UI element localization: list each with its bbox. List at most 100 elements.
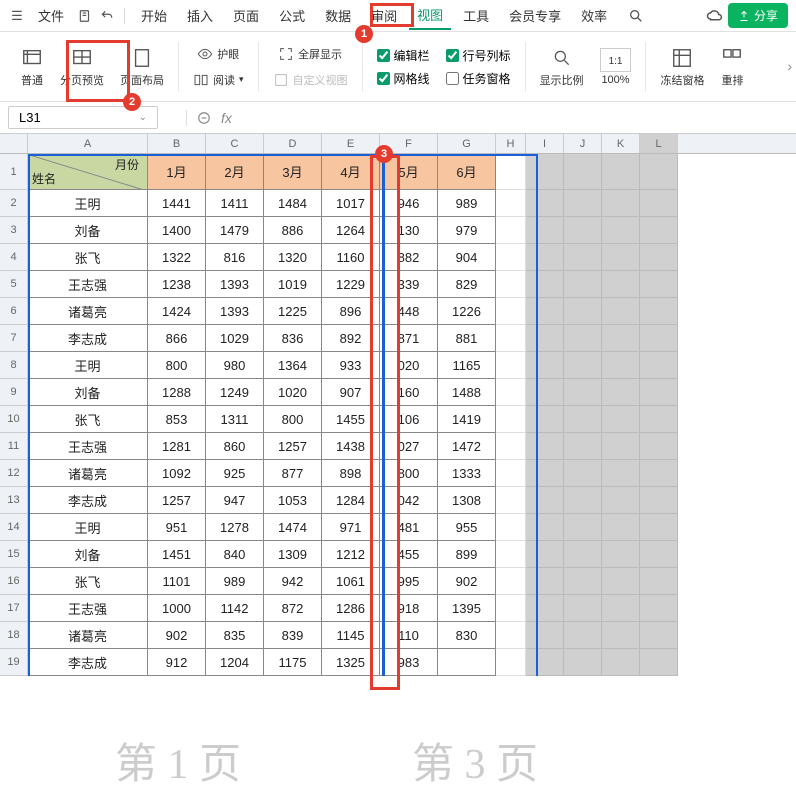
name-cell[interactable]: 诸葛亮	[28, 298, 148, 325]
data-cell[interactable]: 106	[380, 406, 438, 433]
data-cell[interactable]: 979	[438, 217, 496, 244]
month-header-cell[interactable]: 4月	[322, 154, 380, 190]
row-header[interactable]: 12	[0, 460, 28, 487]
month-header-cell[interactable]: 3月	[264, 154, 322, 190]
data-cell[interactable]: 947	[206, 487, 264, 514]
name-cell[interactable]: 李志成	[28, 487, 148, 514]
tab-formula[interactable]: 公式	[271, 2, 313, 29]
data-cell[interactable]: 989	[206, 568, 264, 595]
data-cell[interactable]: 946	[380, 190, 438, 217]
data-cell[interactable]: 830	[438, 622, 496, 649]
data-cell[interactable]: 892	[322, 325, 380, 352]
col-header[interactable]: H	[496, 134, 526, 153]
tab-start[interactable]: 开始	[133, 2, 175, 29]
cloud-icon[interactable]	[706, 7, 724, 25]
data-cell[interactable]: 896	[322, 298, 380, 325]
tab-member[interactable]: 会员专享	[501, 2, 569, 29]
data-cell[interactable]: 110	[380, 622, 438, 649]
col-header[interactable]: J	[564, 134, 602, 153]
data-cell[interactable]: 020	[380, 352, 438, 379]
data-cell[interactable]: 989	[438, 190, 496, 217]
name-cell[interactable]: 王明	[28, 514, 148, 541]
data-cell[interactable]: 800	[380, 460, 438, 487]
row-header[interactable]: 10	[0, 406, 28, 433]
data-cell[interactable]: 1229	[322, 271, 380, 298]
row-header[interactable]: 16	[0, 568, 28, 595]
month-header-cell[interactable]: 2月	[206, 154, 264, 190]
data-cell[interactable]: 980	[206, 352, 264, 379]
col-header[interactable]: D	[264, 134, 322, 153]
data-cell[interactable]: 1284	[322, 487, 380, 514]
data-cell[interactable]: 1400	[148, 217, 206, 244]
data-cell[interactable]: 995	[380, 568, 438, 595]
share-button[interactable]: 分享	[728, 3, 788, 28]
name-cell[interactable]: 王明	[28, 352, 148, 379]
data-cell[interactable]: 1288	[148, 379, 206, 406]
row-header[interactable]: 5	[0, 271, 28, 298]
data-cell[interactable]: 800	[264, 406, 322, 433]
freeze-panes-button[interactable]: 冻结窗格	[652, 42, 712, 92]
name-cell[interactable]: 刘备	[28, 541, 148, 568]
data-cell[interactable]: 1020	[264, 379, 322, 406]
col-header[interactable]: L	[640, 134, 678, 153]
data-cell[interactable]: 951	[148, 514, 206, 541]
zoom-button[interactable]: 显示比例	[532, 42, 592, 92]
name-cell[interactable]: 王志强	[28, 433, 148, 460]
data-cell[interactable]: 839	[264, 622, 322, 649]
col-header[interactable]: I	[526, 134, 564, 153]
data-cell[interactable]: 481	[380, 514, 438, 541]
data-cell[interactable]: 1419	[438, 406, 496, 433]
check-editbar[interactable]: 编辑栏	[377, 47, 430, 64]
undo-icon[interactable]	[98, 7, 116, 25]
data-cell[interactable]: 042	[380, 487, 438, 514]
data-cell[interactable]: 027	[380, 433, 438, 460]
check-gridlines[interactable]: 网格线	[377, 70, 430, 87]
data-cell[interactable]: 882	[380, 244, 438, 271]
cancel-fx-icon[interactable]	[197, 111, 211, 125]
fullscreen-button[interactable]: 全屏显示	[265, 44, 356, 64]
data-cell[interactable]: 1479	[206, 217, 264, 244]
data-cell[interactable]: 1451	[148, 541, 206, 568]
data-cell[interactable]: 1395	[438, 595, 496, 622]
data-cell[interactable]: 835	[206, 622, 264, 649]
row-header[interactable]: 4	[0, 244, 28, 271]
col-header[interactable]: B	[148, 134, 206, 153]
data-cell[interactable]: 902	[438, 568, 496, 595]
data-cell[interactable]: 871	[380, 325, 438, 352]
data-cell[interactable]: 1474	[264, 514, 322, 541]
name-cell[interactable]: 刘备	[28, 217, 148, 244]
data-cell[interactable]: 1286	[322, 595, 380, 622]
data-cell[interactable]: 872	[264, 595, 322, 622]
data-cell[interactable]: 942	[264, 568, 322, 595]
data-cell[interactable]: 907	[322, 379, 380, 406]
data-cell[interactable]: 853	[148, 406, 206, 433]
row-header[interactable]: 3	[0, 217, 28, 244]
data-cell[interactable]: 130	[380, 217, 438, 244]
data-cell[interactable]: 1092	[148, 460, 206, 487]
data-cell[interactable]: 1472	[438, 433, 496, 460]
name-cell[interactable]: 王志强	[28, 595, 148, 622]
data-cell[interactable]: 840	[206, 541, 264, 568]
view-normal-button[interactable]: 普通	[12, 42, 52, 92]
col-header[interactable]: G	[438, 134, 496, 153]
data-cell[interactable]: 1145	[322, 622, 380, 649]
data-cell[interactable]: 881	[438, 325, 496, 352]
row-header[interactable]: 9	[0, 379, 28, 406]
select-all-corner[interactable]	[0, 134, 28, 153]
data-cell[interactable]: 971	[322, 514, 380, 541]
data-cell[interactable]: 860	[206, 433, 264, 460]
name-cell[interactable]: 王志强	[28, 271, 148, 298]
tab-insert[interactable]: 插入	[179, 2, 221, 29]
file-icon[interactable]	[76, 7, 94, 25]
data-cell[interactable]: 1278	[206, 514, 264, 541]
check-rowcol[interactable]: 行号列标	[446, 47, 511, 64]
data-cell[interactable]: 899	[438, 541, 496, 568]
tab-tools[interactable]: 工具	[455, 2, 497, 29]
data-cell[interactable]: 1333	[438, 460, 496, 487]
name-cell[interactable]: 刘备	[28, 379, 148, 406]
name-cell[interactable]: 李志成	[28, 325, 148, 352]
eye-protect-button[interactable]: 护眼	[185, 44, 252, 64]
col-header[interactable]: K	[602, 134, 640, 153]
data-cell[interactable]: 1165	[438, 352, 496, 379]
data-cell[interactable]: 1364	[264, 352, 322, 379]
